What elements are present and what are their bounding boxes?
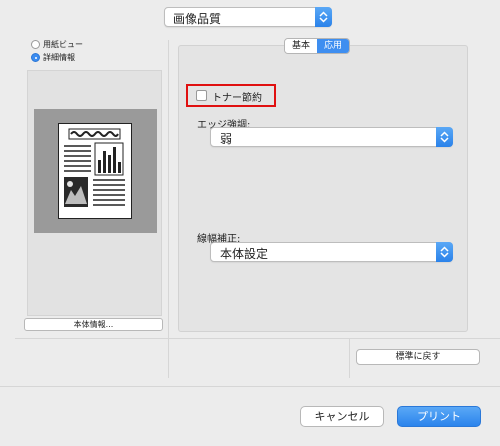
toner-save-label: トナー節約 — [212, 93, 262, 104]
radio-detail-info[interactable]: 詳細情報 — [31, 52, 75, 63]
chevron-updown-icon — [436, 127, 453, 147]
footer-divider — [0, 386, 500, 387]
radio-label: 用紙ビュー — [43, 40, 83, 49]
toner-save-checkbox[interactable] — [196, 90, 207, 101]
section-divider — [15, 338, 500, 339]
panel-select[interactable]: 画像品質 — [164, 7, 332, 27]
print-button[interactable]: プリント — [397, 406, 481, 427]
document-preview-image — [58, 123, 132, 219]
device-info-button[interactable]: 本体情報... — [24, 318, 163, 331]
radio-button[interactable] — [31, 53, 40, 62]
chevron-updown-icon — [315, 7, 332, 27]
radio-button[interactable] — [31, 40, 40, 49]
radio-paper-view[interactable]: 用紙ビュー — [31, 39, 83, 50]
reset-defaults-button[interactable]: 標準に戻す — [356, 349, 480, 365]
preview-frame — [34, 109, 157, 233]
edge-emphasis-value: 弱 — [220, 132, 233, 146]
panel-select-value: 画像品質 — [173, 12, 222, 26]
tab-bar: 基本 応用 — [284, 38, 351, 54]
panel-divider — [168, 40, 169, 378]
radio-label: 詳細情報 — [43, 53, 75, 62]
edge-emphasis-select[interactable]: 弱 — [210, 127, 453, 147]
document-illustration — [64, 128, 125, 207]
line-width-select[interactable]: 本体設定 — [210, 242, 453, 262]
tab-basic[interactable]: 基本 — [285, 39, 318, 53]
line-width-value: 本体設定 — [220, 247, 269, 261]
cancel-button[interactable]: キャンセル — [300, 406, 384, 427]
preview-panel — [27, 70, 162, 316]
section-divider-vertical — [349, 338, 350, 378]
chevron-updown-icon — [436, 242, 453, 262]
tab-advanced[interactable]: 応用 — [317, 39, 350, 53]
